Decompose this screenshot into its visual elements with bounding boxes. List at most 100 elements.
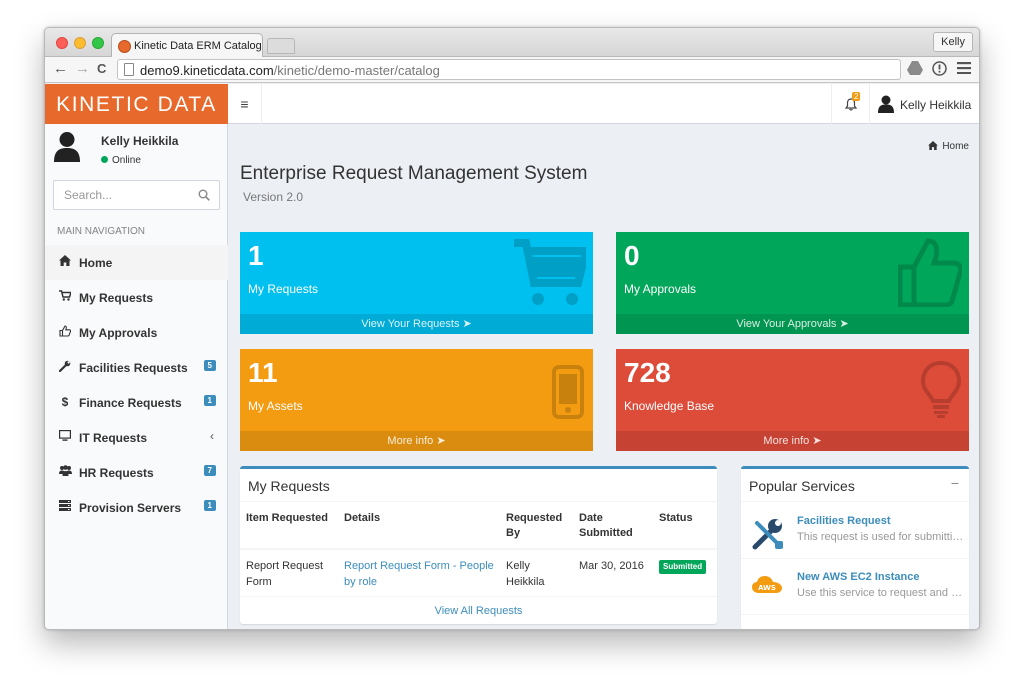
popular-services-box: Popular Services − Facilities Request Th…	[741, 466, 969, 629]
arrow-circle-right-icon: ➤	[462, 318, 472, 330]
service-description: This request is used for submitting faci…	[797, 531, 965, 543]
mobile-phone-icon	[552, 365, 584, 422]
column-header: Status	[653, 503, 717, 550]
count-badge: 5	[203, 360, 216, 371]
stat-box-knowledge-base: 728 Knowledge Base More info ➤	[616, 349, 969, 451]
dollar-icon: $	[61, 395, 69, 409]
service-description: Use this service to request and provisio…	[797, 587, 965, 599]
page-title: Enterprise Request Management System	[240, 163, 588, 184]
sidebar-item-finance-requests[interactable]: $ Finance Requests 1	[45, 385, 228, 420]
home-icon	[59, 255, 71, 269]
stat-box-my-assets: 11 My Assets More info ➤	[240, 349, 593, 451]
count-badge: 1	[203, 395, 216, 406]
stat-box-my-requests: 1 My Requests View Your Requests ➤	[240, 232, 593, 334]
arrow-circle-right-icon: ➤	[436, 435, 446, 447]
sidebar-item-label: Finance Requests	[79, 396, 182, 410]
stat-footer-text: View Your Approvals	[736, 318, 837, 330]
stat-footer-link[interactable]: View Your Approvals ➤	[616, 314, 969, 334]
cell-details: Report Request Form - People by role	[338, 549, 500, 596]
stat-box-my-approvals: 0 My Approvals View Your Approvals ➤	[616, 232, 969, 334]
user-icon	[878, 95, 894, 116]
zoom-window-button[interactable]	[92, 37, 104, 49]
arrow-circle-right-icon: ➤	[812, 435, 822, 447]
sidebar-item-provision-servers[interactable]: Provision Servers 1	[45, 490, 228, 525]
stat-label: My Requests	[248, 282, 319, 296]
box-title: Popular Services	[749, 478, 855, 494]
sidebar-item-label: My Approvals	[79, 326, 158, 340]
online-dot-icon	[101, 156, 108, 163]
box-header: My Requests	[240, 469, 717, 502]
browser-tab[interactable]: Kinetic Data ERM Catalog ×	[111, 33, 284, 58]
menu-icon[interactable]	[957, 61, 971, 77]
arrow-circle-right-icon: ➤	[839, 318, 849, 330]
browser-window: Kinetic Data ERM Catalog × Kelly ← → C d…	[44, 27, 980, 630]
stat-value: 11	[248, 357, 278, 388]
aws-cloud-icon: AWS	[751, 575, 783, 598]
sidebar-item-facilities-requests[interactable]: Facilities Requests 5	[45, 350, 228, 385]
stat-value: 1	[248, 240, 264, 271]
forward-arrow-icon[interactable]: →	[75, 61, 90, 77]
search-icon[interactable]	[198, 189, 210, 204]
collapse-icon[interactable]: −	[951, 475, 959, 491]
cell-status: Submitted	[653, 549, 717, 596]
cell-date: Mar 30, 2016	[579, 560, 644, 572]
back-arrow-icon[interactable]: ←	[53, 61, 68, 77]
stat-footer-link[interactable]: View Your Requests ➤	[240, 314, 593, 334]
stat-label: My Assets	[248, 399, 303, 413]
column-header: Item Requested	[240, 503, 338, 550]
page: KINETIC DATA ≡ 2 Kelly Heikkila Kelly He…	[45, 84, 979, 629]
service-item[interactable]: AWS New AWS EC2 Instance Use this servic…	[741, 559, 969, 615]
brand-logo[interactable]: KINETIC DATA	[45, 84, 228, 124]
notifications-button[interactable]: 2	[831, 84, 869, 124]
lightbulb-icon	[920, 360, 962, 422]
minimize-window-button[interactable]	[74, 37, 86, 49]
notification-badge: 2	[852, 92, 861, 101]
sidebar-item-label: HR Requests	[79, 466, 154, 480]
top-navbar: ≡ 2 Kelly Heikkila	[228, 84, 979, 124]
svg-text:AWS: AWS	[758, 584, 776, 592]
reload-icon[interactable]: C	[97, 61, 106, 77]
view-all-requests-link[interactable]: View All Requests	[240, 596, 717, 624]
status-badge: Submitted	[659, 560, 707, 574]
sidebar-item-home[interactable]: Home	[45, 245, 228, 280]
new-tab-button[interactable]	[267, 38, 295, 54]
extension-icon[interactable]	[932, 61, 947, 79]
sidebar-nav: Home My Requests My Approvals Facilities…	[45, 245, 228, 525]
request-details-link[interactable]: Report Request Form - People by role	[344, 560, 494, 588]
cell-item: Report Request Form	[246, 560, 324, 588]
url-path: /kinetic/demo-master/catalog	[273, 63, 440, 78]
service-title[interactable]: Facilities Request	[797, 515, 891, 527]
breadcrumb-home[interactable]: Home	[942, 141, 969, 152]
service-title[interactable]: New AWS EC2 Instance	[797, 571, 919, 583]
drive-icon[interactable]	[907, 61, 923, 78]
stat-footer-link[interactable]: More info ➤	[616, 431, 969, 451]
table-header-row: Item Requested Details Requested By Date…	[240, 503, 717, 550]
users-icon	[59, 465, 72, 479]
stat-footer-link[interactable]: More info ➤	[240, 431, 593, 451]
sidebar-item-hr-requests[interactable]: HR Requests 7	[45, 455, 228, 490]
page-icon	[124, 63, 134, 76]
close-window-button[interactable]	[56, 37, 68, 49]
user-panel: Kelly Heikkila Online	[45, 124, 228, 176]
sidebar-item-it-requests[interactable]: IT Requests ‹	[45, 420, 228, 455]
sidebar-item-label: Facilities Requests	[79, 361, 188, 375]
tab-title: Kinetic Data ERM Catalog	[134, 40, 262, 52]
sidebar: Kelly Heikkila Online MAIN NAVIGATION Ho…	[45, 124, 228, 629]
stat-footer-text: More info	[387, 435, 434, 447]
sidebar-toggle-icon[interactable]: ≡	[228, 84, 262, 124]
profile-button[interactable]: Kelly	[933, 32, 973, 52]
box-title: My Requests	[248, 478, 330, 494]
search-input[interactable]	[54, 181, 194, 209]
breadcrumb[interactable]: Home	[928, 141, 969, 152]
cart-icon	[59, 290, 73, 304]
sidebar-item-my-approvals[interactable]: My Approvals	[45, 315, 228, 350]
wrench-icon	[58, 360, 71, 374]
sidebar-item-label: IT Requests	[79, 431, 148, 445]
chevron-left-icon: ‹	[210, 429, 214, 443]
address-bar[interactable]: demo9.kineticdata.com/kinetic/demo-maste…	[117, 59, 901, 80]
service-item[interactable]: Facilities Request This request is used …	[741, 503, 969, 559]
my-requests-box: My Requests Item Requested Details Reque…	[240, 466, 717, 624]
table-row: Report Request Form Report Request Form …	[240, 549, 717, 596]
user-menu[interactable]: Kelly Heikkila	[869, 84, 979, 124]
sidebar-item-my-requests[interactable]: My Requests	[45, 280, 228, 315]
